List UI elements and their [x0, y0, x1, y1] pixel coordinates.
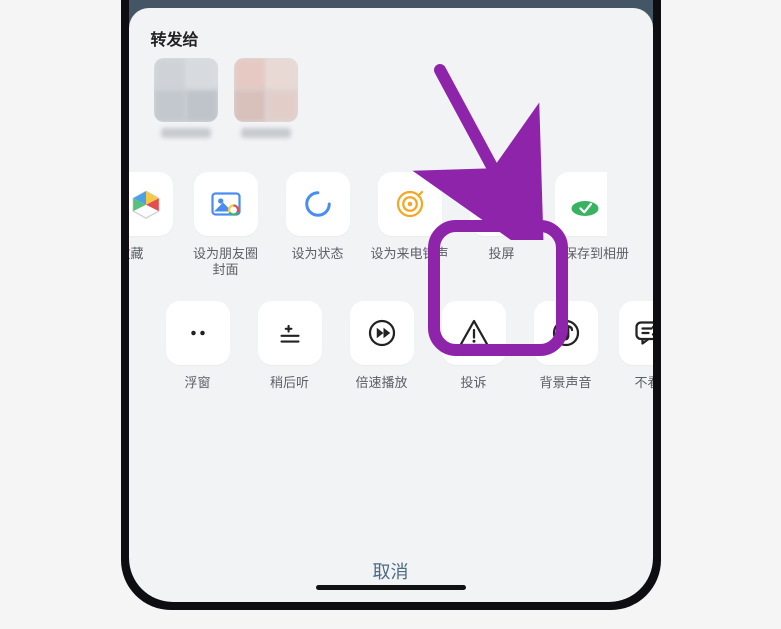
phone-frame: 转发给 [121, 0, 661, 610]
action-status[interactable]: 设为状态 [279, 172, 357, 279]
cast-icon [470, 172, 534, 236]
home-indicator[interactable] [316, 585, 466, 590]
action-report[interactable]: 投诉 [435, 301, 513, 407]
danmu-off-icon [619, 301, 653, 365]
action-pip[interactable]: 浮窗 [159, 301, 237, 407]
contact-name-redacted [161, 128, 211, 138]
pip-icon [166, 301, 230, 365]
share-sheet: 转发给 [129, 8, 653, 602]
action-ringtone[interactable]: 设为来电铃声 [371, 172, 449, 279]
favorite-icon [129, 172, 173, 236]
action-save-album[interactable]: 保存到相册 [555, 172, 613, 279]
action-label: 稍后听 [248, 375, 332, 407]
avatar [234, 58, 298, 122]
action-label: 收藏 [129, 246, 173, 278]
list-add-icon [258, 301, 322, 365]
action-row-2[interactable]: 浮窗 稍后听 [159, 285, 653, 413]
avatar [154, 58, 218, 122]
action-label: 设为来电铃声 [368, 246, 452, 278]
status-ring-icon [286, 172, 350, 236]
action-label: 设为状态 [276, 246, 360, 278]
action-label: 浮窗 [156, 375, 240, 407]
phone-screen: 转发给 [129, 0, 653, 602]
cloud-save-icon [555, 172, 607, 236]
ringtone-icon [378, 172, 442, 236]
fast-forward-icon [350, 301, 414, 365]
action-label: 倍速播放 [340, 375, 424, 407]
action-label: 设为朋友圈 封面 [184, 246, 268, 279]
contact-name-redacted [241, 128, 291, 138]
action-row-1[interactable]: 收藏 [129, 166, 653, 285]
music-note-icon [534, 301, 598, 365]
cancel-button[interactable]: 取消 [129, 536, 653, 592]
action-cast[interactable]: 投屏 [463, 172, 541, 279]
action-speed[interactable]: 倍速播放 [343, 301, 421, 407]
share-title: 转发给 [129, 26, 653, 58]
warning-icon [442, 301, 506, 365]
action-label: 背景声音 [524, 375, 608, 407]
action-listen-later[interactable]: 稍后听 [251, 301, 329, 407]
contact-item[interactable] [151, 58, 221, 148]
action-favorite[interactable]: 收藏 [129, 172, 173, 279]
action-label: 保存到相册 [555, 246, 639, 278]
action-label: 不看弹幕 [619, 375, 653, 407]
action-label: 投屏 [460, 246, 544, 278]
contact-item[interactable] [231, 58, 301, 148]
action-moments-cover[interactable]: 设为朋友圈 封面 [187, 172, 265, 279]
action-bg-audio[interactable]: 背景声音 [527, 301, 605, 407]
action-rows: 收藏 [129, 166, 653, 536]
action-hide-danmu[interactable]: 不看弹幕 [619, 301, 653, 407]
picture-icon [194, 172, 258, 236]
action-label: 投诉 [432, 375, 516, 407]
contacts-row [129, 58, 653, 166]
